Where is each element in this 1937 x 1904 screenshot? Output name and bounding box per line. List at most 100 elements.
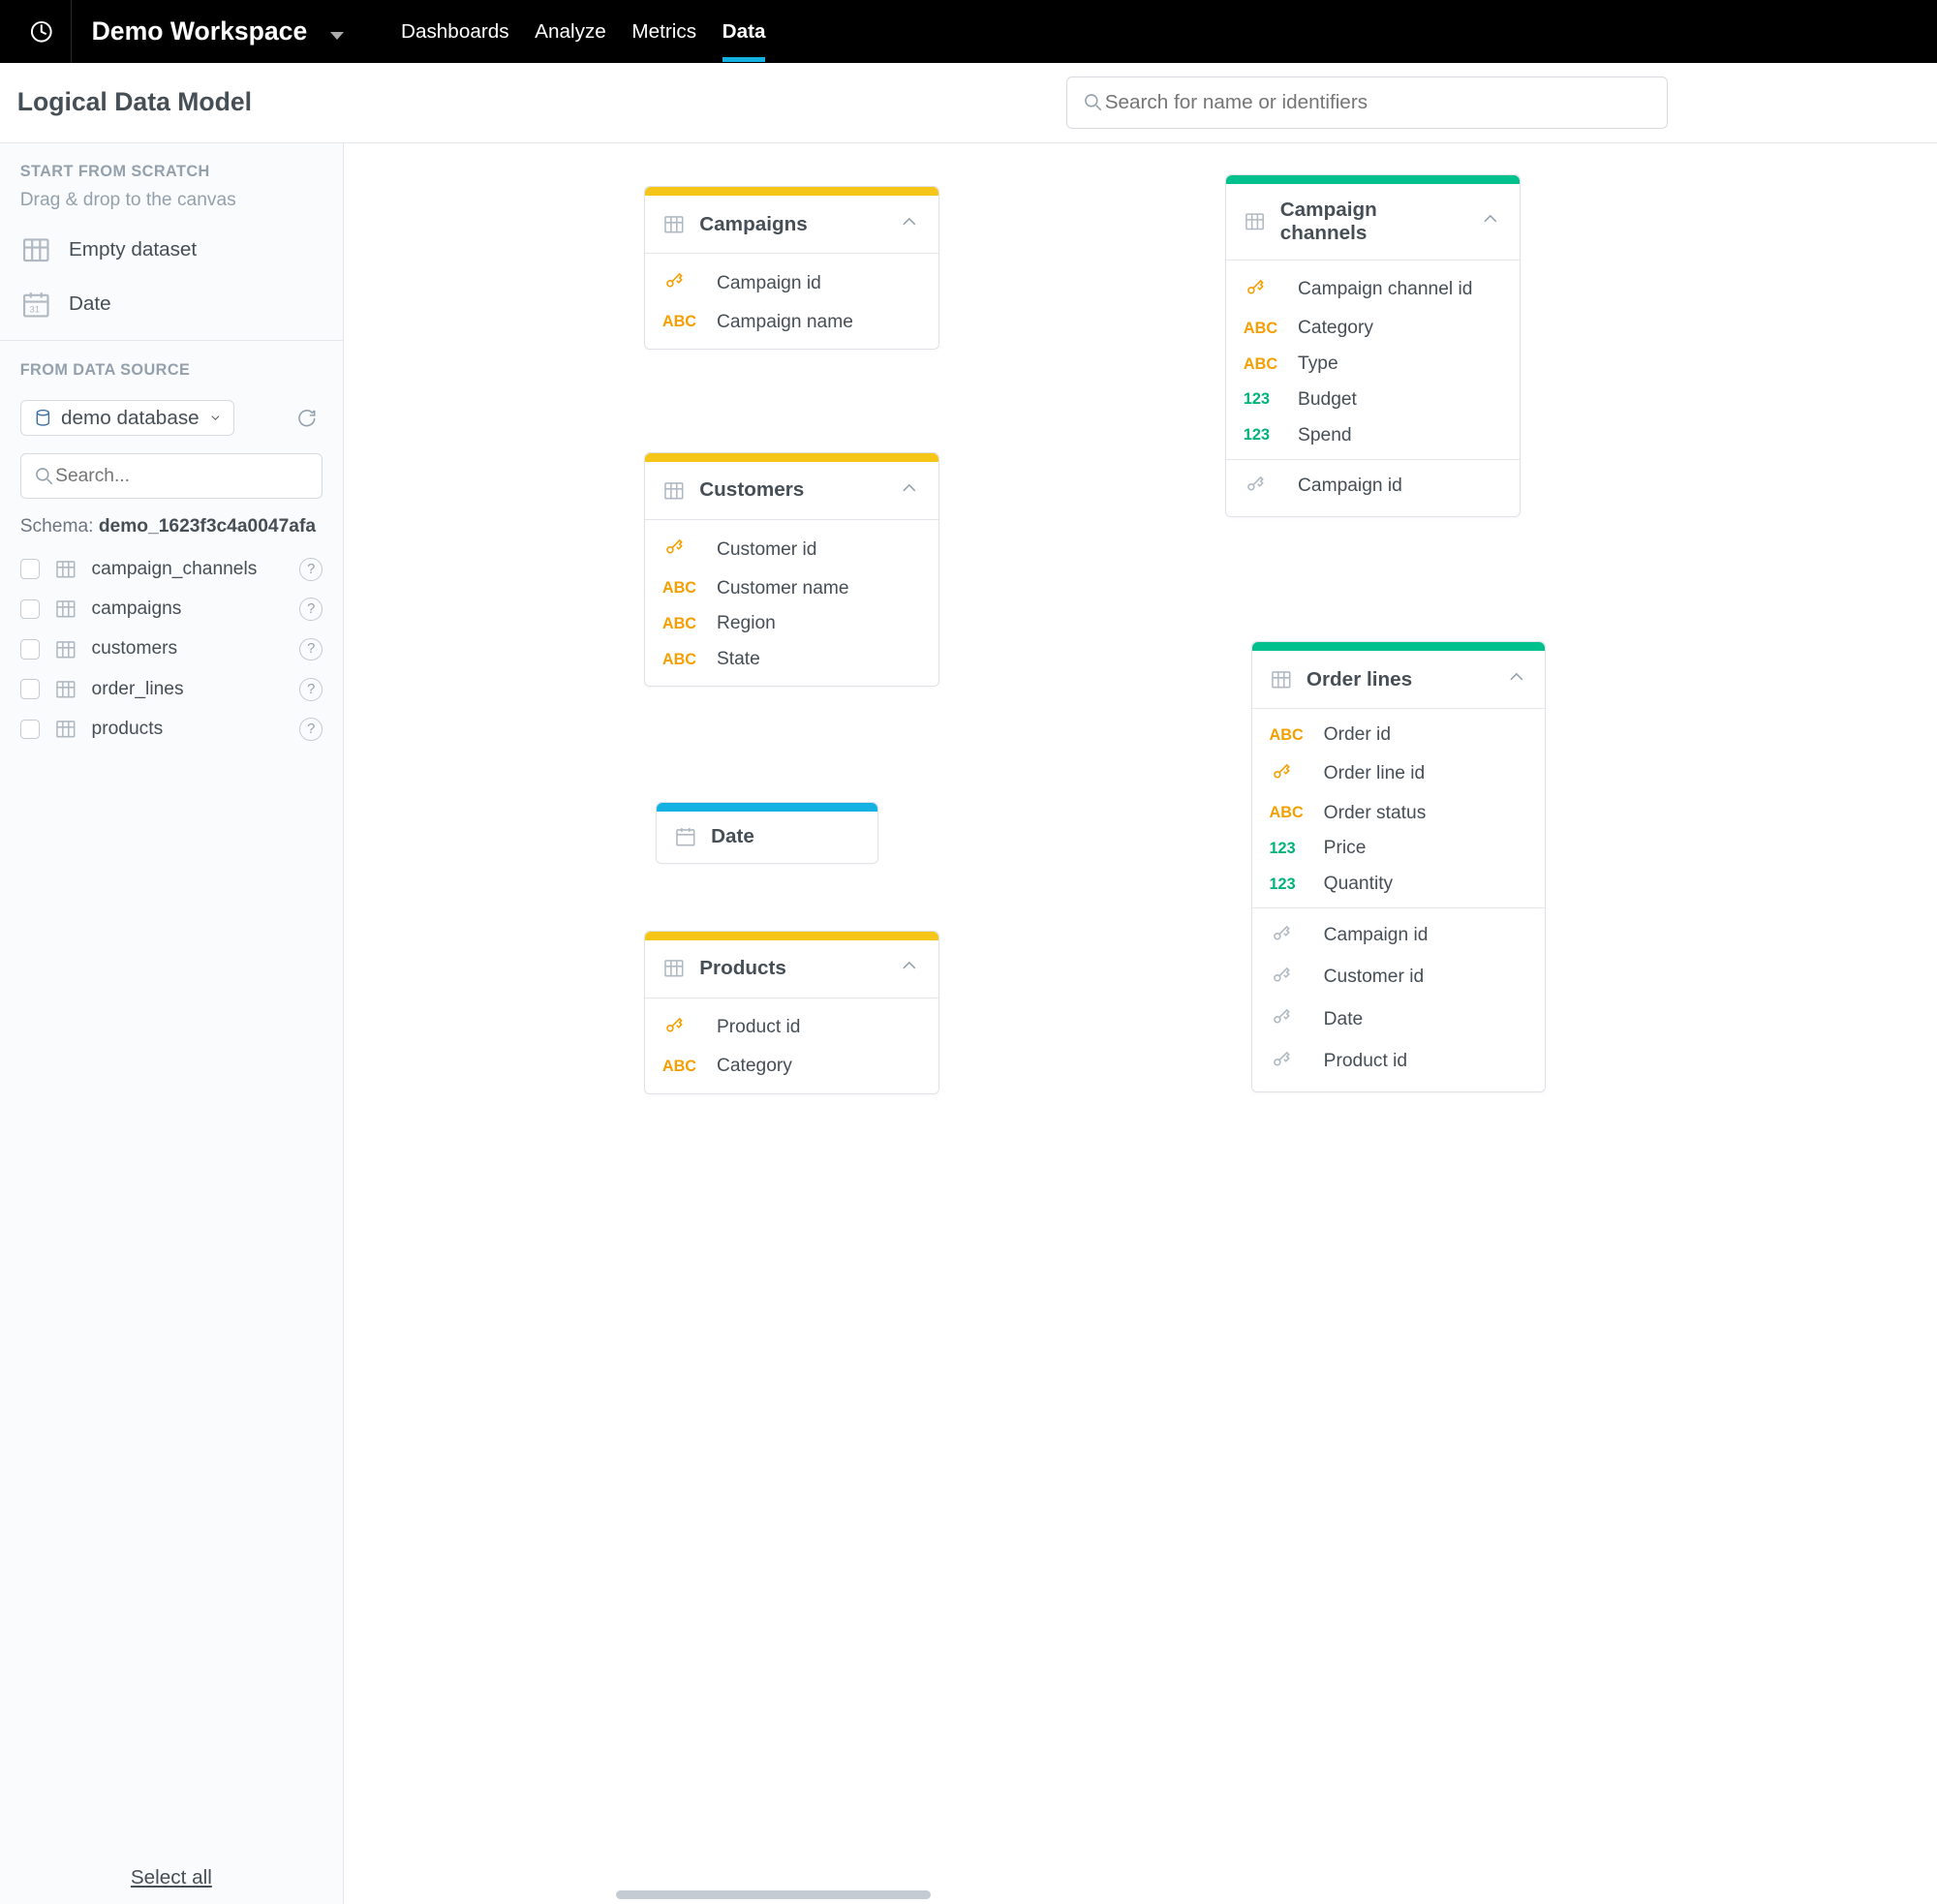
date-item[interactable]: 31 Date	[0, 277, 343, 331]
field-name: Category	[1298, 318, 1373, 339]
field-row[interactable]: Campaign channel id	[1226, 269, 1519, 311]
nav-metrics[interactable]: Metrics	[631, 3, 696, 60]
field-name: Campaign id	[717, 273, 821, 294]
workspace-switcher[interactable]: Demo Workspace	[92, 16, 344, 46]
page-title: Logical Data Model	[17, 87, 252, 117]
field-row[interactable]: ABCRegion	[645, 606, 938, 642]
table-row-campaign-channels[interactable]: campaign_channels ?	[20, 549, 323, 589]
refresh-datasource-button[interactable]	[292, 402, 323, 434]
field-row[interactable]: ABCCategory	[645, 1049, 938, 1085]
reference-icon	[1270, 922, 1309, 950]
field-name: Customer id	[1324, 967, 1425, 988]
entity-date[interactable]: Date	[656, 802, 879, 864]
field-row[interactable]: ABC Campaign name	[645, 304, 938, 340]
table-name: order_lines	[92, 679, 184, 700]
search-input[interactable]	[1105, 91, 1653, 114]
text-type-icon: ABC	[662, 579, 702, 598]
model-canvas[interactable]: Campaigns Campaign id ABCCampaign name C…	[344, 143, 1937, 1904]
info-icon[interactable]: ?	[299, 718, 323, 741]
chevron-up-icon[interactable]	[898, 210, 921, 239]
empty-dataset-item[interactable]: Empty dataset	[0, 223, 343, 277]
nav-data[interactable]: Data	[723, 3, 766, 60]
field-row[interactable]: Order line id	[1252, 753, 1545, 795]
table-icon	[1244, 210, 1266, 233]
entity-order-lines[interactable]: Order lines ABCOrder id Order line id AB…	[1251, 641, 1546, 1092]
info-icon[interactable]: ?	[299, 638, 323, 661]
field-row[interactable]: ABCType	[1226, 347, 1519, 383]
table-name: campaign_channels	[92, 559, 258, 580]
info-icon[interactable]: ?	[299, 558, 323, 581]
checkbox[interactable]	[20, 639, 41, 660]
table-row-campaigns[interactable]: campaigns ?	[20, 589, 323, 629]
field-name: State	[717, 649, 760, 670]
field-row[interactable]: Product id	[1252, 1040, 1545, 1082]
field-row[interactable]: ABCOrder id	[1252, 718, 1545, 753]
select-all-link[interactable]: Select all	[0, 1866, 343, 1889]
table-row-customers[interactable]: customers ?	[20, 630, 323, 669]
chevron-up-icon[interactable]	[898, 476, 921, 506]
field-row[interactable]: Date	[1252, 998, 1545, 1040]
field-row[interactable]: 123 Spend	[1226, 417, 1519, 453]
table-row-order-lines[interactable]: order_lines ?	[20, 669, 323, 709]
datasource-select[interactable]: demo database	[20, 400, 234, 437]
table-icon	[662, 479, 686, 503]
entity-products[interactable]: Products Product id ABCCategory	[644, 931, 938, 1094]
chevron-up-icon[interactable]	[1505, 665, 1528, 694]
datasource-name: demo database	[61, 407, 200, 430]
number-type-icon: 123	[1244, 390, 1283, 409]
field-name: Product id	[717, 1017, 800, 1038]
entity-campaign-channels[interactable]: Campaign channels Campaign channel id AB…	[1225, 174, 1520, 517]
field-name: Order id	[1324, 724, 1391, 746]
search-box[interactable]	[1066, 77, 1668, 128]
entity-title: Campaign channels	[1280, 199, 1465, 245]
field-row[interactable]: Campaign id	[645, 262, 938, 304]
field-row[interactable]: 123Quantity	[1252, 867, 1545, 903]
entity-customers[interactable]: Customers Customer id ABCCustomer name A…	[644, 452, 938, 687]
field-name: Customer id	[717, 539, 817, 561]
nav-analyze[interactable]: Analyze	[535, 3, 606, 60]
table-icon	[54, 558, 77, 581]
app-logo[interactable]	[12, 0, 72, 63]
empty-dataset-label: Empty dataset	[69, 238, 197, 261]
field-row[interactable]: ABCCategory	[1226, 311, 1519, 347]
number-type-icon: 123	[1244, 426, 1283, 445]
sidebar-search-input[interactable]	[55, 466, 310, 487]
checkbox[interactable]	[20, 679, 41, 699]
field-row[interactable]: Customer id	[1252, 957, 1545, 998]
field-row[interactable]: ABCOrder status	[1252, 795, 1545, 831]
info-icon[interactable]: ?	[299, 678, 323, 701]
reference-icon	[1270, 1005, 1309, 1033]
field-row[interactable]: Customer id	[645, 529, 938, 570]
horizontal-scrollbar[interactable]	[616, 1890, 931, 1899]
field-row[interactable]: ABCCustomer name	[645, 570, 938, 606]
entity-campaigns[interactable]: Campaigns Campaign id ABCCampaign name	[644, 186, 938, 350]
field-name: Campaign id	[1298, 476, 1402, 497]
text-type-icon: ABC	[662, 313, 702, 331]
top-bar: Demo Workspace Dashboards Analyze Metric…	[0, 0, 1937, 63]
field-row[interactable]: Product id	[645, 1007, 938, 1049]
field-name: Spend	[1298, 425, 1352, 446]
info-icon[interactable]: ?	[299, 598, 323, 621]
field-name: Campaign name	[717, 312, 853, 333]
from-data-source-heading: FROM DATA SOURCE	[0, 341, 343, 388]
nav-dashboards[interactable]: Dashboards	[401, 3, 509, 60]
text-type-icon: ABC	[1244, 355, 1283, 374]
entity-title: Customers	[699, 478, 804, 502]
field-row[interactable]: Campaign id	[1226, 466, 1519, 507]
field-row[interactable]: 123Budget	[1226, 382, 1519, 417]
checkbox[interactable]	[20, 559, 41, 579]
chevron-up-icon[interactable]	[898, 954, 921, 983]
field-row[interactable]: Campaign id	[1252, 914, 1545, 956]
reference-icon	[1270, 1048, 1309, 1076]
table-row-products[interactable]: products ?	[20, 709, 323, 749]
checkbox[interactable]	[20, 720, 41, 740]
sidebar-search-box[interactable]	[20, 453, 323, 499]
chevron-up-icon[interactable]	[1479, 207, 1502, 236]
field-row[interactable]: ABCState	[645, 642, 938, 678]
schema-row: Schema: demo_1623f3c4a0047afa	[0, 507, 343, 546]
field-row[interactable]: 123Price	[1252, 831, 1545, 867]
sidebar: START FROM SCRATCH Drag & drop to the ca…	[0, 143, 344, 1904]
checkbox[interactable]	[20, 599, 41, 620]
field-name: Quantity	[1324, 874, 1394, 895]
entity-title: Date	[711, 825, 754, 848]
